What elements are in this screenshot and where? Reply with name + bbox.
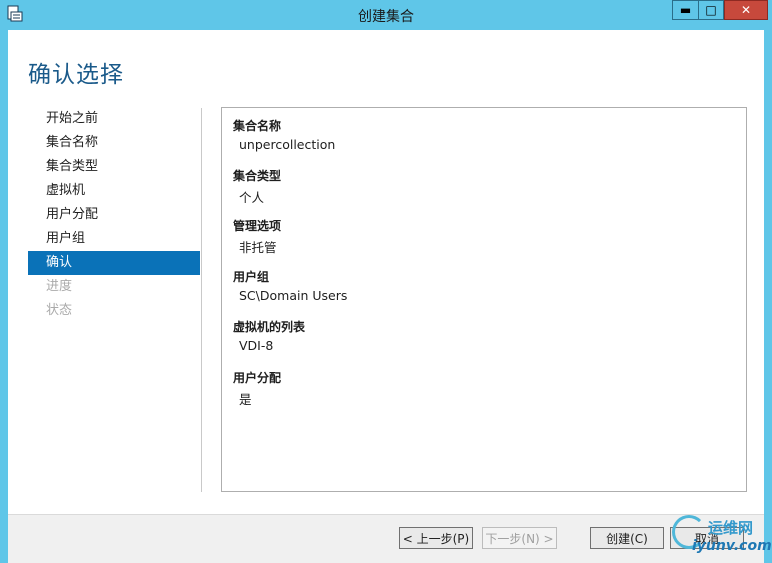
summary-value: SC\Domain Users [239, 288, 348, 303]
window-title: 创建集合 [358, 9, 414, 25]
summary-value: 是 [239, 392, 252, 407]
dialog-window: 创建集合 ▬ □ ✕ 确认选择 开始之前 集合名称 集合类型 虚拟机 用户分配 … [0, 0, 772, 563]
watermark-text-en: iyunv.com [692, 538, 772, 554]
nav-item-user-assignment[interactable]: 用户分配 [28, 203, 200, 227]
minimize-button[interactable]: ▬ [672, 0, 698, 20]
summary-label: 管理选项 [233, 219, 282, 233]
nav-divider [201, 108, 202, 492]
summary-collection-name: 集合名称 unpercollection [233, 117, 335, 152]
next-button: 下一步(N) > [482, 527, 557, 549]
summary-label: 集合类型 [233, 169, 282, 183]
previous-button[interactable]: < 上一步(P) [399, 527, 473, 549]
watermark: 运维网 iyunv.com [668, 513, 772, 562]
title-bar[interactable]: 创建集合 ▬ □ ✕ [0, 0, 772, 30]
maximize-icon: □ [705, 3, 717, 17]
nav-item-user-groups[interactable]: 用户组 [28, 227, 200, 251]
dialog-body: 确认选择 开始之前 集合名称 集合类型 虚拟机 用户分配 用户组 确认 进度 状… [8, 30, 764, 563]
summary-value: unpercollection [239, 137, 336, 152]
nav-item-results: 状态 [46, 303, 73, 318]
nav-item-before-you-begin[interactable]: 开始之前 [28, 107, 200, 131]
create-button[interactable]: 创建(C) [590, 527, 664, 549]
watermark-text-cn: 运维网 [708, 519, 754, 537]
page-title: 确认选择 [28, 62, 124, 88]
summary-label: 集合名称 [233, 119, 282, 133]
summary-label: 虚拟机的列表 [233, 320, 306, 334]
summary-user-assignment: 用户分配 是 [233, 369, 281, 408]
nav-item-virtual-machines[interactable]: 虚拟机 [28, 179, 200, 203]
close-button[interactable]: ✕ [724, 0, 768, 20]
nav-item-progress: 进度 [46, 279, 73, 294]
nav-item-confirmation[interactable]: 确认 [28, 251, 200, 275]
summary-value: 个人 [239, 190, 265, 205]
summary-collection-type: 集合类型 个人 [233, 167, 281, 206]
summary-user-groups: 用户组 SC\Domain Users [233, 268, 347, 303]
summary-value: VDI-8 [239, 338, 274, 353]
button-bar: < 上一步(P) 下一步(N) > 创建(C) 取消 [8, 514, 764, 563]
summary-value: 非托管 [239, 240, 277, 255]
maximize-button[interactable]: □ [698, 0, 724, 20]
summary-label: 用户分配 [233, 371, 282, 385]
summary-vm-list: 虚拟机的列表 VDI-8 [233, 318, 305, 353]
nav-item-collection-name[interactable]: 集合名称 [28, 131, 200, 155]
summary-management-option: 管理选项 非托管 [233, 217, 281, 256]
close-icon: ✕ [740, 3, 752, 17]
confirmation-summary: 集合名称 unpercollection 集合类型 个人 管理选项 非托管 用户… [221, 107, 747, 492]
minimize-icon: ▬ [679, 3, 692, 17]
nav-item-collection-type[interactable]: 集合类型 [28, 155, 200, 179]
summary-label: 用户组 [233, 270, 270, 284]
wizard-nav: 开始之前 集合名称 集合类型 虚拟机 用户分配 用户组 确认 进度 状态 [28, 107, 200, 323]
